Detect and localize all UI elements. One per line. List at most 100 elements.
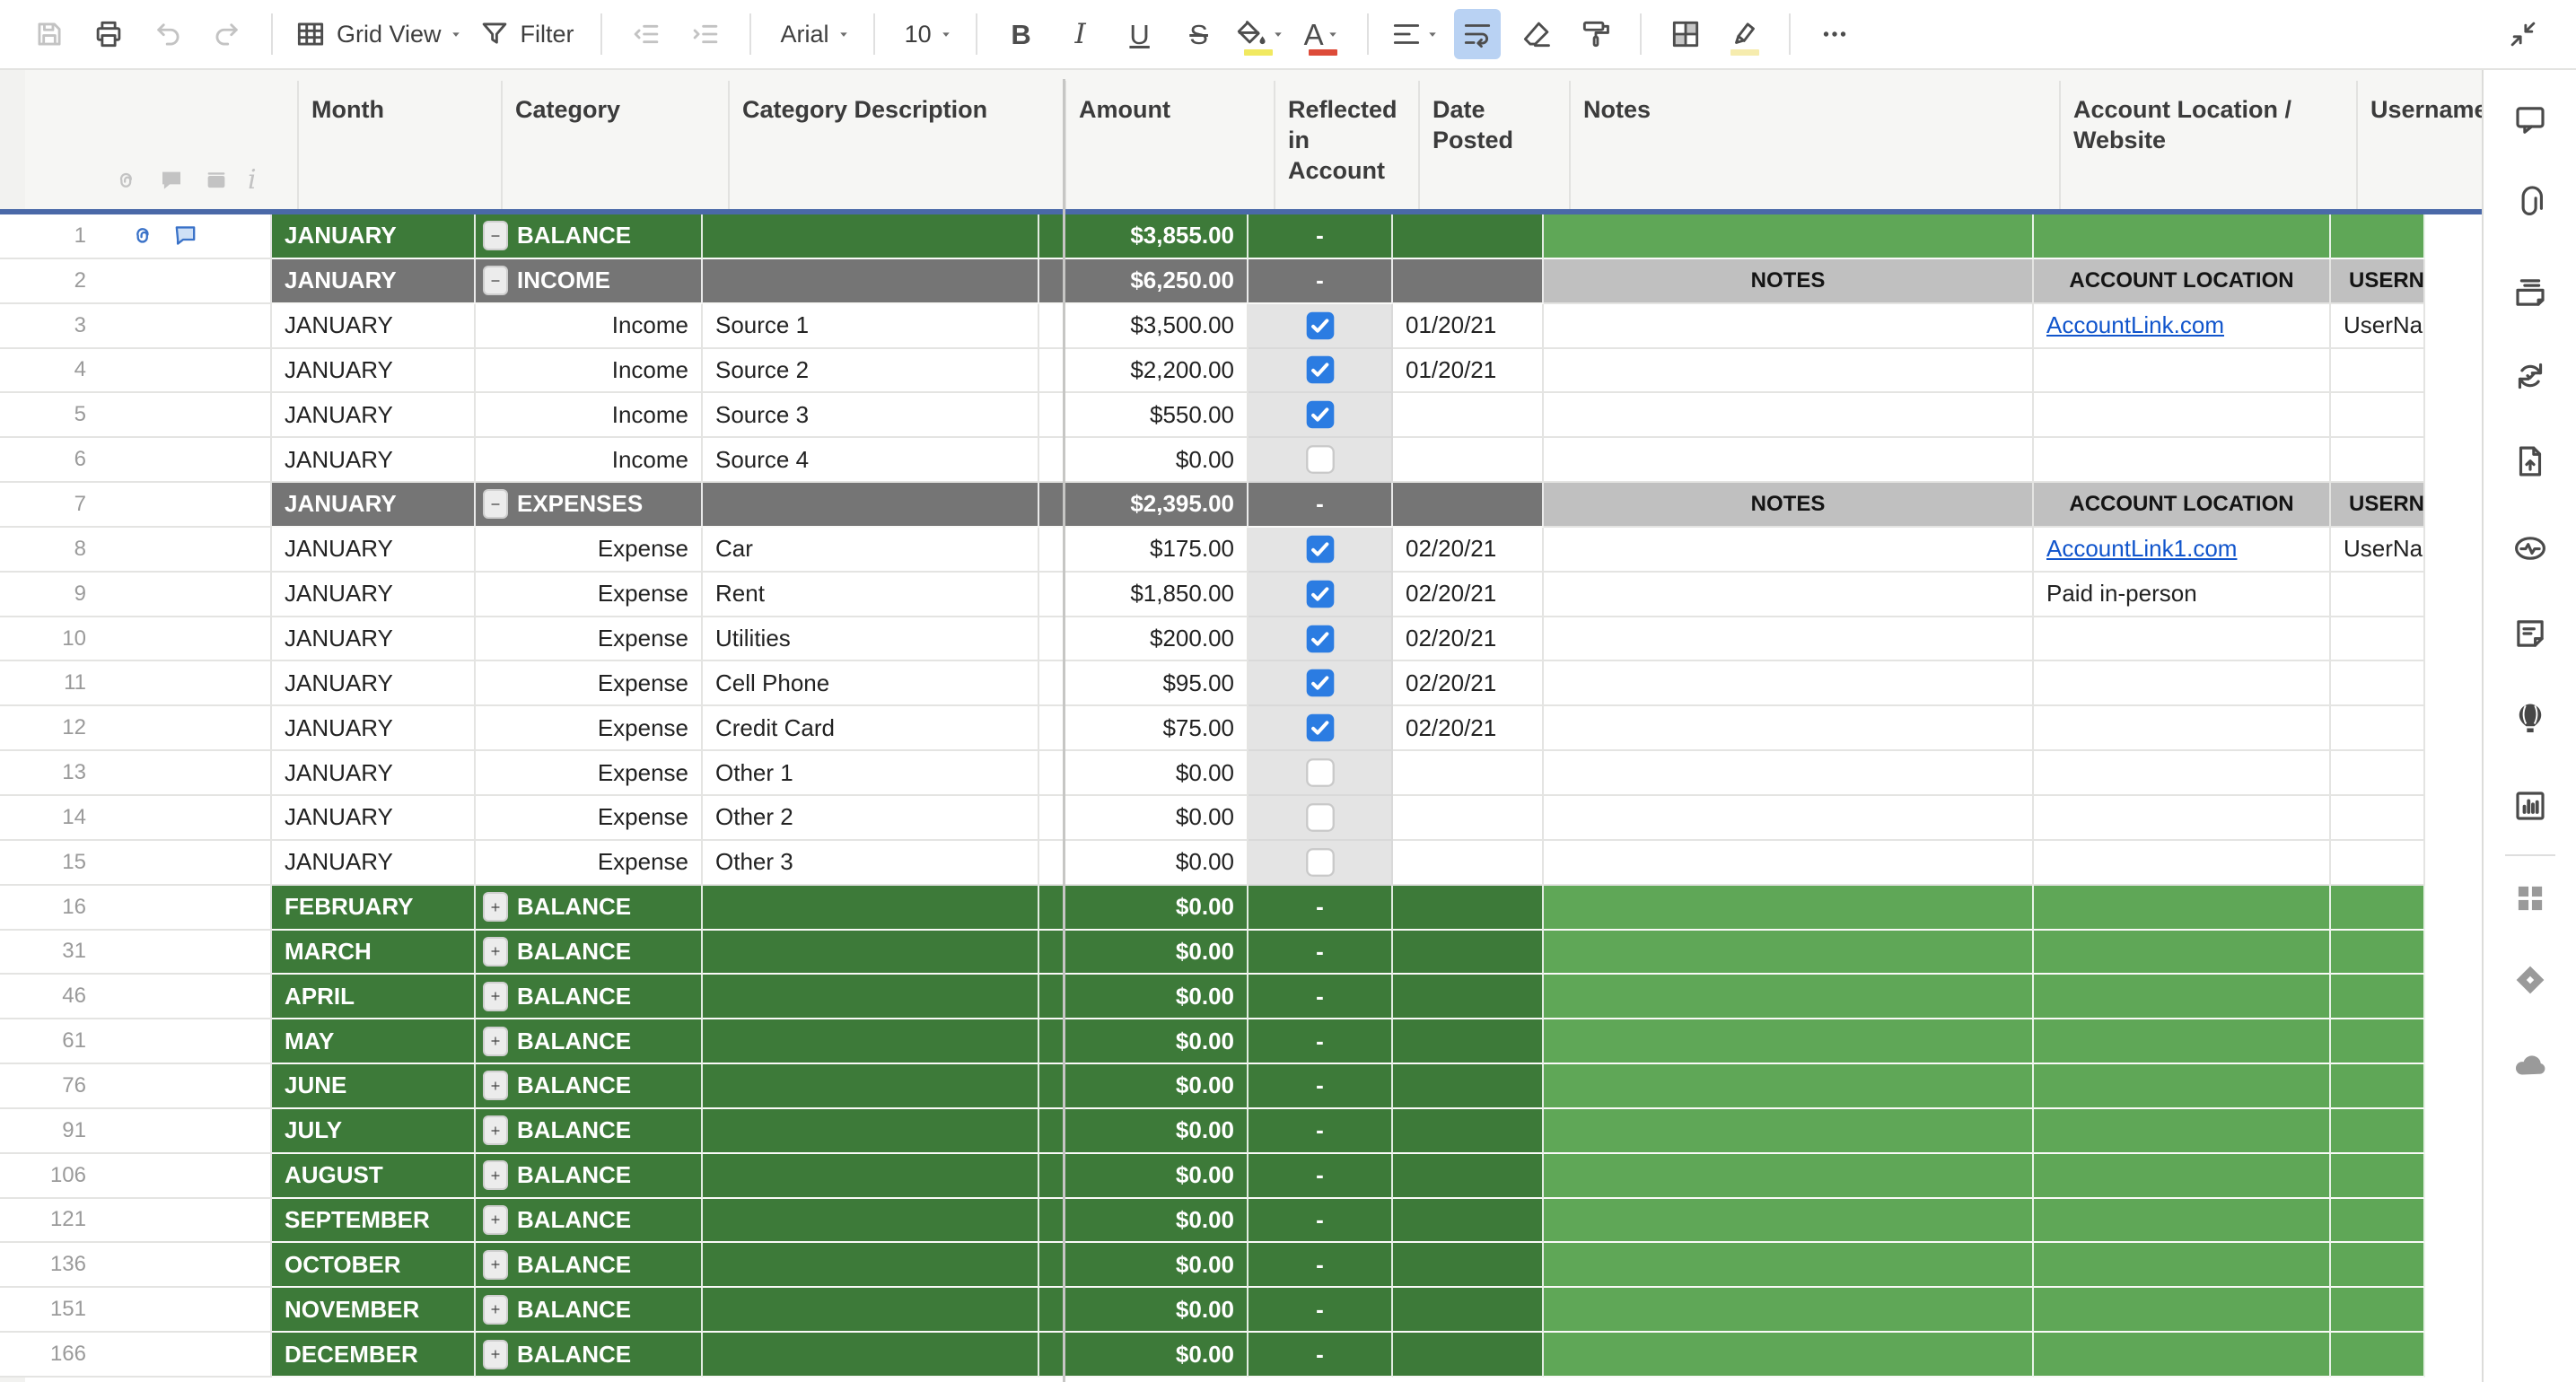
cell-category[interactable]: BALANCE — [476, 1243, 703, 1288]
sidebar-publish-button[interactable] — [2507, 438, 2554, 485]
cell-username[interactable] — [2331, 751, 2425, 796]
cell-category-description[interactable] — [703, 1109, 1039, 1154]
cell-notes[interactable] — [1544, 214, 2034, 259]
cell-username[interactable] — [2331, 931, 2425, 975]
cell-category[interactable]: Expense — [476, 528, 703, 573]
cell-date-posted[interactable] — [1393, 214, 1544, 259]
row-number[interactable]: 1 — [0, 214, 272, 259]
cell-account-location[interactable] — [2034, 706, 2331, 751]
clear-format-button[interactable] — [1513, 9, 1560, 59]
checkbox-checked[interactable] — [1305, 534, 1336, 564]
cell-username[interactable]: USERNAME — [2331, 483, 2425, 528]
cell-account-location[interactable] — [2034, 1199, 2331, 1244]
cell-amount[interactable]: $0.00 — [1039, 1109, 1249, 1154]
cell-notes[interactable]: NOTES — [1544, 483, 2034, 528]
cell-date-posted[interactable] — [1393, 796, 1544, 841]
outdent-button[interactable] — [623, 9, 670, 59]
row-number[interactable]: 76 — [0, 1064, 272, 1109]
sidebar-proofs-button[interactable] — [2507, 269, 2554, 316]
checkbox-checked[interactable] — [1305, 354, 1336, 385]
cell-account-location[interactable] — [2034, 1333, 2331, 1378]
info-icon[interactable]: i — [248, 167, 257, 194]
cell-account-location[interactable] — [2034, 1243, 2331, 1288]
cell-category[interactable]: Expense — [476, 617, 703, 662]
cell-reflected-in-account[interactable]: - — [1249, 1019, 1393, 1064]
cell-category-description[interactable] — [703, 1064, 1039, 1109]
cell-amount[interactable]: $0.00 — [1039, 751, 1249, 796]
row-number[interactable]: 9 — [0, 573, 272, 617]
cell-reflected-in-account[interactable] — [1249, 661, 1393, 706]
underline-button[interactable]: U — [1117, 9, 1163, 59]
cell-amount[interactable]: $0.00 — [1039, 796, 1249, 841]
cell-username[interactable] — [2331, 617, 2425, 662]
cell-account-location[interactable] — [2034, 1154, 2331, 1199]
cell-category-description[interactable]: Other 3 — [703, 841, 1039, 886]
toggle-plus-icon[interactable] — [483, 1340, 508, 1369]
box-icon[interactable] — [203, 167, 230, 194]
cell-account-location[interactable] — [2034, 661, 2331, 706]
redo-button[interactable] — [204, 9, 250, 59]
checkbox-unchecked[interactable] — [1305, 444, 1336, 475]
cell-reflected-in-account[interactable] — [1249, 706, 1393, 751]
row-number[interactable]: 11 — [0, 661, 272, 706]
cell-notes[interactable] — [1544, 975, 2034, 1019]
cell-date-posted[interactable] — [1393, 1199, 1544, 1244]
column-header-account-location-website[interactable]: Account Location / Website — [2059, 81, 2356, 209]
cell-reflected-in-account[interactable] — [1249, 438, 1393, 483]
column-header-category[interactable]: Category — [501, 81, 728, 209]
row-number[interactable]: 14 — [0, 796, 272, 841]
cell-username[interactable] — [2331, 661, 2425, 706]
cell-date-posted[interactable] — [1393, 886, 1544, 931]
cell-category[interactable]: BALANCE — [476, 1019, 703, 1064]
cell-username[interactable] — [2331, 841, 2425, 886]
cell-category-description[interactable] — [703, 1288, 1039, 1333]
checkbox-unchecked[interactable] — [1305, 802, 1336, 833]
cell-month[interactable]: NOVEMBER — [272, 1288, 476, 1333]
cell-notes[interactable] — [1544, 1019, 2034, 1064]
frozen-column-divider[interactable] — [1063, 79, 1065, 1382]
checkbox-checked[interactable] — [1305, 668, 1336, 698]
column-header-month[interactable]: Month — [297, 81, 501, 209]
cell-notes[interactable] — [1544, 1064, 2034, 1109]
cell-category-description[interactable]: Source 4 — [703, 438, 1039, 483]
wrap-text-button[interactable] — [1454, 9, 1501, 59]
sidebar-conversations-button[interactable] — [2507, 97, 2554, 144]
cell-notes[interactable] — [1544, 617, 2034, 662]
borders-button[interactable] — [1662, 9, 1709, 59]
cell-category-description[interactable]: Source 2 — [703, 349, 1039, 394]
cell-reflected-in-account[interactable] — [1249, 751, 1393, 796]
sidebar-premium-apps-button[interactable] — [2507, 957, 2554, 1003]
cell-month[interactable]: MAY — [272, 1019, 476, 1064]
row-number[interactable]: 7 — [0, 483, 272, 528]
checkbox-unchecked[interactable] — [1305, 847, 1336, 878]
cell-amount[interactable]: $0.00 — [1039, 1243, 1249, 1288]
filter-button[interactable]: Filter — [478, 9, 580, 59]
cell-amount[interactable]: $550.00 — [1039, 393, 1249, 438]
font-size-button[interactable]: 10 — [896, 9, 955, 59]
cell-category-description[interactable] — [703, 1243, 1039, 1288]
cell-category[interactable]: BALANCE — [476, 886, 703, 931]
cell-reflected-in-account[interactable]: - — [1249, 1154, 1393, 1199]
cell-amount[interactable]: $6,250.00 — [1039, 259, 1249, 304]
cell-month[interactable]: JANUARY — [272, 214, 476, 259]
cell-account-location[interactable] — [2034, 349, 2331, 394]
cell-notes[interactable] — [1544, 1333, 2034, 1378]
cell-account-location[interactable] — [2034, 393, 2331, 438]
cell-reflected-in-account[interactable] — [1249, 617, 1393, 662]
cell-category-description[interactable]: Credit Card — [703, 706, 1039, 751]
cell-category[interactable]: BALANCE — [476, 931, 703, 975]
attachment-icon[interactable] — [113, 167, 140, 194]
cell-reflected-in-account[interactable] — [1249, 393, 1393, 438]
cell-username[interactable] — [2331, 1154, 2425, 1199]
toggle-minus-icon[interactable] — [483, 266, 508, 295]
row-number[interactable]: 12 — [0, 706, 272, 751]
cell-reflected-in-account[interactable]: - — [1249, 886, 1393, 931]
cell-month[interactable]: JANUARY — [272, 259, 476, 304]
cell-category[interactable]: BALANCE — [476, 1154, 703, 1199]
cell-amount[interactable]: $0.00 — [1039, 975, 1249, 1019]
cell-date-posted[interactable] — [1393, 1243, 1544, 1288]
cell-category-description[interactable] — [703, 1154, 1039, 1199]
cell-category[interactable]: Expense — [476, 751, 703, 796]
cell-username[interactable] — [2331, 796, 2425, 841]
cell-amount[interactable]: $2,200.00 — [1039, 349, 1249, 394]
